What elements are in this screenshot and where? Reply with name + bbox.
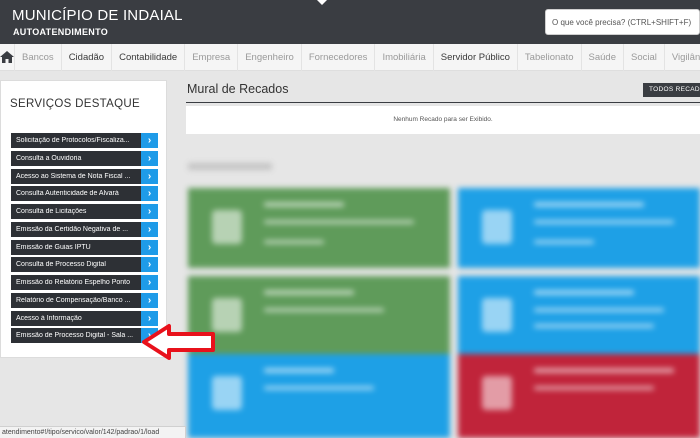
tile-text [264,308,384,312]
tile-text [264,240,324,244]
chevron-right-icon[interactable]: › [141,292,158,308]
service-item[interactable]: Consulta Autenticidade de Alvará › [11,186,158,202]
nav-item-servidor-publico[interactable]: Servidor Público [432,43,517,71]
nav-item-saude[interactable]: Saúde [580,43,623,71]
service-item[interactable]: Consulta a Ouvidoria › [11,150,158,166]
home-icon [0,51,14,63]
featured-services-panel: SERVIÇOS DESTAQUE Solicitação de Protoco… [0,80,167,358]
service-item-label: Consulta de Licitações [16,208,87,215]
tile-text [534,386,654,390]
chevron-right-icon[interactable]: › [141,150,158,166]
app-header: MUNICÍPIO DE INDAIAL AUTOATENDIMENTO [0,0,700,44]
featured-services-title: SERVIÇOS DESTAQUE [10,98,140,110]
service-item-label: Consulta a Ouvidoria [16,154,82,162]
brand-title[interactable]: MUNICÍPIO DE INDAIAL [12,7,183,24]
service-item[interactable]: Emissão de Guias IPTU › [11,239,158,255]
service-item[interactable]: Solicitação de Protocolos/Fiscaliza... › [11,133,158,148]
chevron-right-icon[interactable]: › [141,186,158,202]
service-tile[interactable] [188,188,450,268]
chevron-right-icon[interactable]: › [141,221,158,237]
service-item-label: Acesso ao Sistema de Nota Fiscal ... [16,172,131,180]
search-input[interactable] [545,9,700,35]
chevron-right-icon[interactable]: › [141,133,158,148]
tile-text [264,202,344,207]
nav-item-tabelionato[interactable]: Tabelionato [516,43,581,71]
service-item[interactable]: Emissão de Processo Digital - Sala ... › [11,328,158,344]
tile-text [534,290,634,295]
service-tile[interactable] [458,354,700,438]
service-item-label: Emissão de Processo Digital - Sala ... [16,332,134,340]
nav-item-vigilancia[interactable]: Vigilância [663,43,700,71]
chevron-right-icon[interactable]: › [141,257,158,273]
tile-text [534,202,644,207]
service-tile[interactable] [188,354,450,438]
caret-icon [317,0,327,5]
service-item-label: Emissão de Guias IPTU [16,243,91,251]
nav-item-contabilidade[interactable]: Contabilidade [111,43,184,71]
service-item-label: Acesso à Informação [16,314,82,322]
chevron-right-icon[interactable]: › [141,168,158,184]
tile-icon [482,210,512,244]
service-item[interactable]: Acesso ao Sistema de Nota Fiscal ... › [11,168,158,184]
tile-icon [212,376,242,410]
tile-icon [212,210,242,244]
service-item[interactable]: Acesso à Informação › [11,310,158,326]
tile-text [264,386,374,390]
service-item[interactable]: Emissão da Certidão Negativa de ... › [11,221,158,237]
service-tile[interactable] [188,276,450,356]
brand-subtitle: AUTOATENDIMENTO [13,27,109,37]
service-item-label: Solicitação de Protocolos/Fiscaliza... [16,137,130,144]
nav-item-empresa[interactable]: Empresa [184,43,237,71]
tile-text [264,368,334,373]
tile-icon [482,376,512,410]
tile-text [534,240,594,244]
nav-item-social[interactable]: Social [623,43,664,71]
service-item-label: Emissão da Certidão Negativa de ... [16,225,129,233]
status-bar-url: atendimento#!/tipo/servico/valor/142/pad… [0,426,186,438]
featured-services-list: Solicitação de Protocolos/Fiscaliza... › … [11,133,158,346]
service-item-label: Relatório de Compensação/Banco ... [16,296,131,304]
chevron-right-icon[interactable]: › [141,275,158,290]
tile-text [264,220,414,224]
home-button[interactable] [0,44,14,71]
tile-icon [482,298,512,332]
nav-item-engenheiro[interactable]: Engenheiro [237,43,301,71]
message-board-empty: Nenhum Recado para ser Exibido. [186,106,700,134]
nav-item-fornecedores[interactable]: Fornecedores [300,43,375,71]
chevron-right-icon[interactable]: › [141,204,158,219]
nav-item-bancos[interactable]: Bancos [14,43,61,71]
tile-text [534,368,674,373]
nav-item-imobiliaria[interactable]: Imobiliária [374,43,432,71]
message-board-title: Mural de Recados [187,82,289,96]
message-board-divider [186,102,700,103]
tile-text [534,220,674,224]
tile-text [534,324,654,328]
service-item[interactable]: Relatório de Compensação/Banco ... › [11,292,158,308]
tile-icon [212,298,242,332]
red-arrow-icon [142,324,215,360]
service-tile[interactable] [458,276,700,356]
tile-text [264,290,354,295]
nav-item-cidadao[interactable]: Cidadão [60,43,111,71]
tile-text [534,308,664,312]
service-item-label: Consulta Autenticidade de Alvará [16,190,119,198]
service-tile[interactable] [458,188,700,268]
service-item-label: Emissão do Relatório Espelho Ponto [16,279,131,286]
service-item-label: Consulta de Processo Digital [16,261,106,269]
chevron-right-icon[interactable]: › [141,239,158,255]
blurred-services-area [186,150,700,438]
main-nav: Bancos Cidadão Contabilidade Empresa Eng… [0,43,700,71]
service-item[interactable]: Consulta de Licitações › [11,204,158,219]
service-item[interactable]: Emissão do Relatório Espelho Ponto › [11,275,158,290]
service-item[interactable]: Consulta de Processo Digital › [11,257,158,273]
all-messages-button[interactable]: TODOS RECADOS [643,83,700,97]
blurred-heading [188,163,272,170]
